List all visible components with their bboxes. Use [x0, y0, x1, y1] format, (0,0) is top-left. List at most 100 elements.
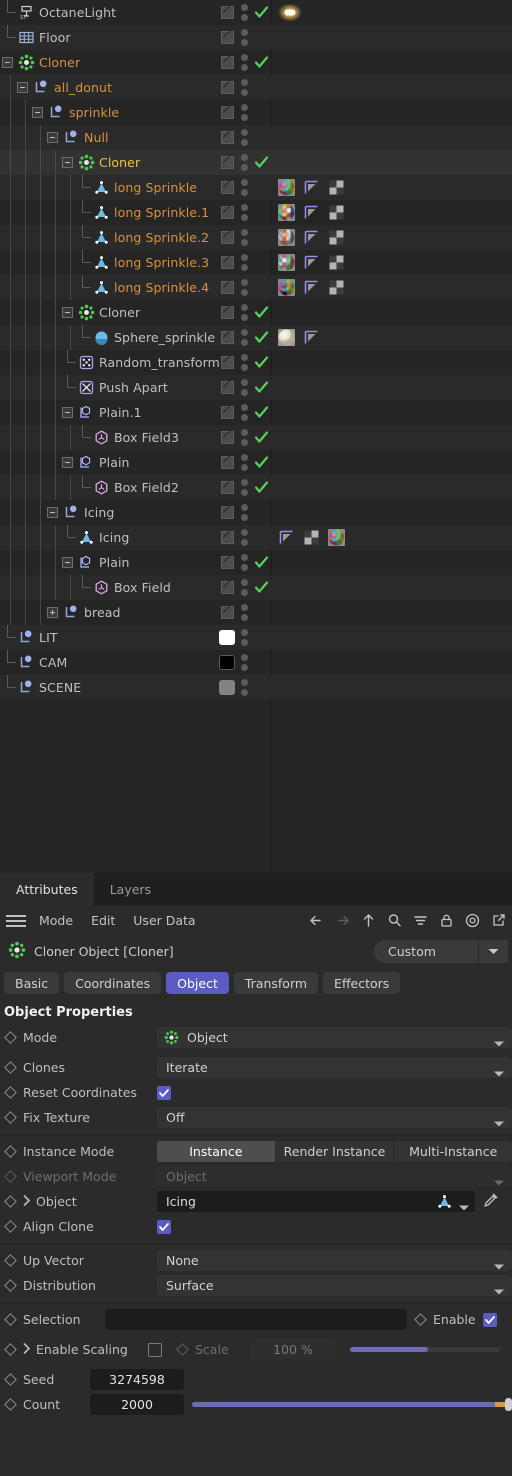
visibility-editor-dot[interactable] — [241, 404, 248, 411]
keyframe-diamond-icon[interactable] — [4, 1086, 17, 1099]
object-row[interactable]: bread — [0, 600, 512, 625]
keyframe-diamond-icon[interactable] — [4, 1220, 17, 1233]
object-row[interactable]: Sphere_sprinkle — [0, 325, 512, 350]
visibility-render-dot[interactable] — [241, 564, 248, 571]
dropdown-clones[interactable]: Iterate — [157, 1057, 512, 1078]
visibility-editor-dot[interactable] — [241, 204, 248, 211]
object-name-label[interactable]: Sphere_sprinkle — [114, 330, 215, 345]
expand-chevron-icon[interactable] — [23, 1342, 31, 1357]
object-row[interactable]: long Sprinkle.1 — [0, 200, 512, 225]
object-row[interactable]: Plain.1 — [0, 400, 512, 425]
visibility-editor-dot[interactable] — [241, 4, 248, 11]
enabled-check-icon[interactable] — [254, 380, 269, 395]
expand-chevron-icon[interactable] — [23, 1194, 31, 1209]
object-name-label[interactable]: Cloner — [99, 155, 140, 170]
object-row[interactable]: Plain — [0, 450, 512, 475]
hamburger-menu-icon[interactable] — [6, 914, 26, 928]
expander-toggle[interactable] — [32, 107, 43, 118]
enabled-check-icon[interactable] — [254, 330, 269, 345]
dropdown-fix-texture[interactable]: Off — [157, 1107, 512, 1128]
object-name-label[interactable]: Plain — [99, 455, 130, 470]
visibility-render-dot[interactable] — [241, 514, 248, 521]
object-name-label[interactable]: Box Field3 — [114, 430, 179, 445]
material-tag[interactable] — [278, 179, 295, 196]
enabled-check-icon[interactable] — [254, 455, 269, 470]
visibility-editor-dot[interactable] — [241, 329, 248, 336]
object-name-label[interactable]: Floor — [39, 30, 71, 45]
object-name-label[interactable]: Icing — [99, 530, 129, 545]
visibility-render-dot[interactable] — [241, 214, 248, 221]
object-row[interactable]: CAM — [0, 650, 512, 675]
keyframe-diamond-icon[interactable] — [4, 1313, 17, 1326]
count-value[interactable]: 2000 — [90, 1394, 184, 1415]
tab-transform[interactable]: Transform — [233, 972, 319, 994]
visibility-render-dot[interactable] — [241, 439, 248, 446]
edit-toggle[interactable] — [221, 256, 234, 269]
edit-toggle[interactable] — [221, 406, 234, 419]
object-row[interactable]: Random_transform — [0, 350, 512, 375]
material-tag[interactable] — [278, 229, 295, 246]
expander-toggle[interactable] — [17, 82, 28, 93]
tab-coordinates[interactable]: Coordinates — [64, 972, 162, 994]
object-name-label[interactable]: Box Field — [114, 580, 171, 595]
object-row[interactable]: SCENE — [0, 675, 512, 700]
visibility-render-dot[interactable] — [241, 239, 248, 246]
material-tag[interactable] — [278, 279, 295, 296]
edit-toggle[interactable] — [221, 556, 234, 569]
visibility-editor-dot[interactable] — [241, 279, 248, 286]
edit-toggle[interactable] — [221, 506, 234, 519]
object-row[interactable]: Null — [0, 125, 512, 150]
keyframe-diamond-icon[interactable] — [4, 1373, 17, 1386]
visibility-editor-dot[interactable] — [241, 229, 248, 236]
uvw-tag[interactable] — [303, 204, 320, 221]
object-name-label[interactable]: Icing — [84, 505, 114, 520]
visibility-render-dot[interactable] — [241, 689, 248, 696]
edit-toggle[interactable] — [221, 106, 234, 119]
object-name-label[interactable]: Null — [84, 130, 109, 145]
object-row[interactable]: LIT — [0, 625, 512, 650]
keyframe-diamond-icon[interactable] — [4, 1111, 17, 1124]
edit-toggle[interactable] — [221, 306, 234, 319]
visibility-editor-dot[interactable] — [241, 454, 248, 461]
uvw-tag[interactable] — [303, 329, 320, 346]
edit-toggle[interactable] — [221, 331, 234, 344]
visibility-render-dot[interactable] — [241, 14, 248, 21]
enabled-check-icon[interactable] — [254, 155, 269, 170]
checkbox-align-clone[interactable] — [157, 1219, 171, 1234]
layer-color-swatch[interactable] — [219, 655, 235, 670]
target-icon[interactable] — [461, 909, 484, 932]
object-name-label[interactable]: Cloner — [99, 305, 140, 320]
visibility-editor-dot[interactable] — [241, 304, 248, 311]
visibility-render-dot[interactable] — [241, 639, 248, 646]
edit-toggle[interactable] — [221, 606, 234, 619]
keyframe-diamond-icon[interactable] — [414, 1313, 427, 1326]
object-row[interactable]: long Sprinkle.4 — [0, 275, 512, 300]
object-name-label[interactable]: all_donut — [54, 80, 112, 95]
visibility-render-dot[interactable] — [241, 139, 248, 146]
object-row[interactable]: Icing — [0, 525, 512, 550]
visibility-render-dot[interactable] — [241, 539, 248, 546]
dropdown-up-vector[interactable]: None — [157, 1250, 512, 1271]
enabled-check-icon[interactable] — [254, 55, 269, 70]
visibility-render-dot[interactable] — [241, 189, 248, 196]
dropdown-mode[interactable]: Object — [157, 1027, 512, 1048]
tab-attributes[interactable]: Attributes — [0, 873, 94, 906]
menu-mode[interactable]: Mode — [30, 913, 82, 928]
visibility-editor-dot[interactable] — [241, 354, 248, 361]
visibility-render-dot[interactable] — [241, 664, 248, 671]
menu-user-data[interactable]: User Data — [124, 913, 204, 928]
uvw-tag[interactable] — [303, 229, 320, 246]
tab-layers[interactable]: Layers — [94, 873, 167, 906]
visibility-editor-dot[interactable] — [241, 429, 248, 436]
object-name-label[interactable]: sprinkle — [69, 105, 119, 120]
keyframe-diamond-icon[interactable] — [4, 1061, 17, 1074]
edit-toggle[interactable] — [221, 481, 234, 494]
object-row[interactable]: Box Field3 — [0, 425, 512, 450]
enabled-check-icon[interactable] — [254, 480, 269, 495]
layer-color-swatch[interactable] — [219, 630, 235, 645]
visibility-editor-dot[interactable] — [241, 104, 248, 111]
segment-instance[interactable]: Instance — [157, 1141, 276, 1162]
expander-toggle[interactable] — [47, 507, 58, 518]
edit-toggle[interactable] — [221, 581, 234, 594]
object-row[interactable]: Floor — [0, 25, 512, 50]
